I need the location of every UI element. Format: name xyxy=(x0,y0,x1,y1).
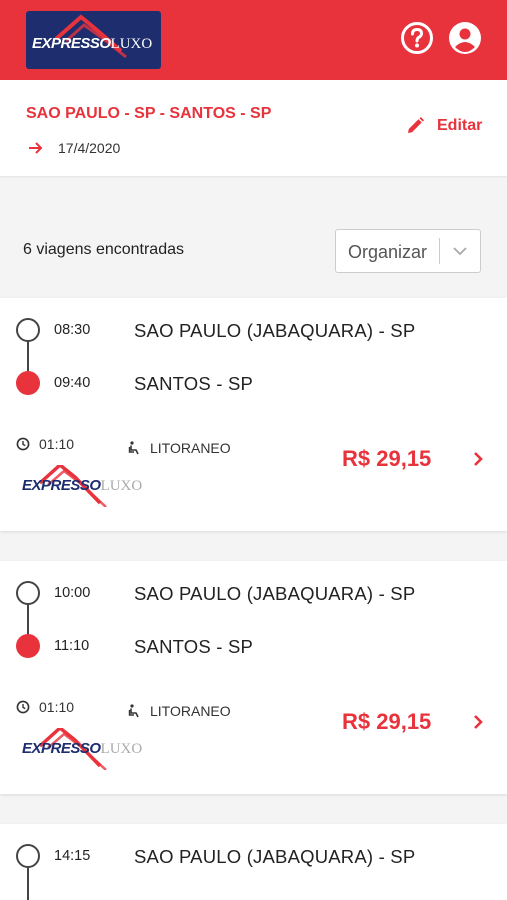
route-title: SAO PAULO - SP - SANTOS - SP xyxy=(26,105,272,122)
account-circle-icon[interactable] xyxy=(448,21,482,55)
origin-stop-icon xyxy=(16,844,40,868)
results-count: 6 viagens encontradas xyxy=(23,241,184,258)
trip-card[interactable]: 14:15 SAO PAULO (JABAQUARA) - SP xyxy=(0,824,507,900)
destination-name: SANTOS - SP xyxy=(134,636,254,657)
company-logo-text: EXPRESSOLUXO xyxy=(22,477,143,494)
duration-value: 01:10 xyxy=(39,699,75,715)
service-name: LITORANEO xyxy=(150,440,231,456)
destination-stop-icon xyxy=(16,634,40,658)
route-line xyxy=(27,341,29,372)
depart-time: 14:15 xyxy=(54,848,91,864)
chevron-right-icon[interactable] xyxy=(470,450,486,468)
company-logo: EXPRESSOLUXO xyxy=(20,465,143,507)
service-name: LITORANEO xyxy=(150,703,231,719)
clock-icon xyxy=(16,437,30,451)
seat-icon xyxy=(128,441,139,455)
sort-divider xyxy=(439,238,440,264)
sort-select[interactable]: Organizar xyxy=(335,229,481,273)
company-logo: EXPRESSOLUXO xyxy=(20,728,143,770)
origin-name: SAO PAULO (JABAQUARA) - SP xyxy=(134,846,416,867)
origin-name: SAO PAULO (JABAQUARA) - SP xyxy=(134,583,416,604)
origin-stop-icon xyxy=(16,581,40,605)
trip-price: R$ 29,15 xyxy=(342,446,432,471)
origin-name: SAO PAULO (JABAQUARA) - SP xyxy=(134,320,416,341)
results-toolbar: 6 viagens encontradas Organizar xyxy=(0,228,507,278)
pencil-icon xyxy=(408,117,424,133)
depart-time: 08:30 xyxy=(54,322,91,338)
route-line xyxy=(27,867,29,900)
duration-value: 01:10 xyxy=(39,436,75,452)
chevron-right-icon[interactable] xyxy=(470,713,486,731)
seat-icon xyxy=(128,704,139,718)
duration: 01:10 xyxy=(16,699,74,715)
brand-logo[interactable]: EXPRESSOLUXO xyxy=(26,11,161,69)
edit-label: Editar xyxy=(437,117,483,134)
depart-time: 10:00 xyxy=(54,585,91,601)
route-line xyxy=(27,604,29,635)
edit-button[interactable]: Editar xyxy=(405,116,482,136)
origin-stop-icon xyxy=(16,318,40,342)
arrive-time: 09:40 xyxy=(54,375,91,391)
help-circle-icon[interactable] xyxy=(400,21,434,55)
destination-name: SANTOS - SP xyxy=(134,373,254,394)
app-header: EXPRESSOLUXO xyxy=(0,0,507,80)
service-class: LITORANEO xyxy=(128,703,231,719)
trip-price: R$ 29,15 xyxy=(342,709,432,734)
trip-card[interactable]: 10:00 SAO PAULO (JABAQUARA) - SP 11:10 S… xyxy=(0,561,507,794)
chevron-down-icon xyxy=(453,247,467,256)
duration: 01:10 xyxy=(16,436,74,452)
route-date-row: 17/4/2020 xyxy=(28,140,120,156)
brand-logo-text: EXPRESSOLUXO xyxy=(32,35,153,52)
clock-icon xyxy=(16,700,30,714)
company-logo-text: EXPRESSOLUXO xyxy=(22,740,143,757)
trip-card[interactable]: 08:30 SAO PAULO (JABAQUARA) - SP 09:40 S… xyxy=(0,298,507,531)
arrive-time: 11:10 xyxy=(54,638,90,654)
service-class: LITORANEO xyxy=(128,440,231,456)
sort-placeholder: Organizar xyxy=(348,242,428,262)
route-date: 17/4/2020 xyxy=(58,140,121,156)
destination-stop-icon xyxy=(16,371,40,395)
arrow-right-icon xyxy=(29,142,43,154)
